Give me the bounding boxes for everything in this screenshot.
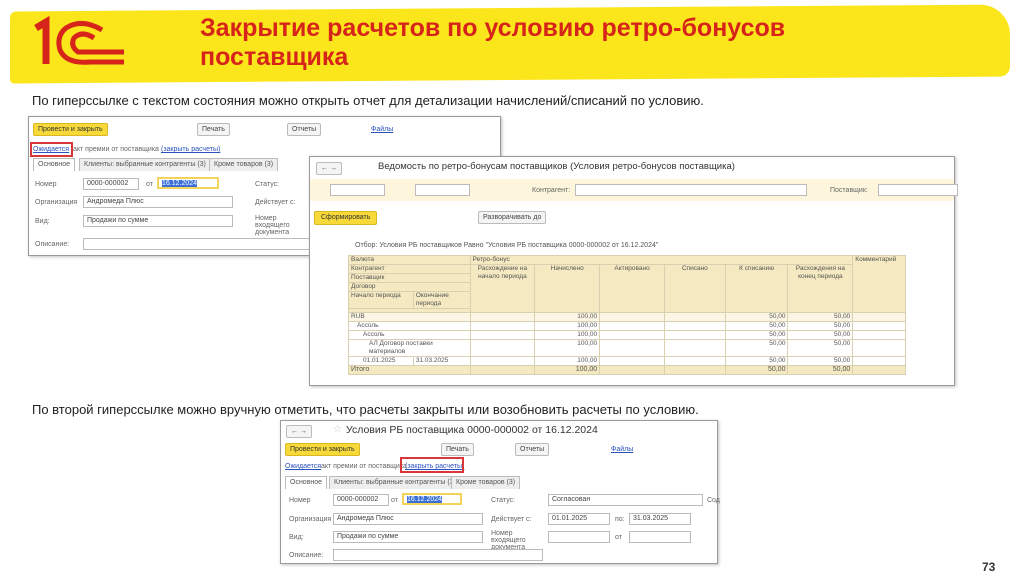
incoming-label: Номер входящего документа bbox=[491, 530, 526, 551]
table-row: АЛ Договор поставки материалов 100,00 50,0… bbox=[348, 339, 906, 357]
nav-back-forward[interactable]: ← → bbox=[286, 425, 312, 438]
highlight-box bbox=[30, 142, 73, 157]
number-label: Номер bbox=[289, 497, 311, 504]
files-link[interactable]: Файлы bbox=[371, 126, 393, 133]
kind-field[interactable]: Продажи по сумме bbox=[333, 531, 483, 543]
kind-field[interactable]: Продажи по сумме bbox=[83, 215, 233, 227]
document-form-screenshot-2: ← → ☆ Условия РБ поставщика 0000-000002 … bbox=[280, 420, 720, 564]
date-field[interactable]: 16.12.2024 bbox=[157, 177, 219, 189]
incoming-date-field[interactable] bbox=[629, 531, 691, 543]
close-settlements-link[interactable]: (закрыть расчеты) bbox=[161, 146, 220, 153]
supplier-label: Поставщик: bbox=[830, 187, 868, 194]
incoming-label: Номер входящего документа bbox=[255, 215, 290, 236]
status-label: Статус: bbox=[491, 497, 516, 504]
status-field[interactable]: Согласован bbox=[548, 494, 703, 506]
report-screenshot: ← → Ведомость по ретро-бонусам поставщик… bbox=[309, 156, 958, 386]
period-end-field[interactable] bbox=[415, 184, 470, 196]
org-field[interactable]: Андромеда Плюс bbox=[333, 513, 483, 525]
number-field[interactable]: 0000-000002 bbox=[333, 494, 389, 506]
post-close-button[interactable]: Провести и закрыть bbox=[33, 123, 108, 136]
kind-label: Вид: bbox=[289, 534, 304, 541]
print-button[interactable]: Печать bbox=[441, 443, 474, 456]
reports-button[interactable]: Отчеты bbox=[287, 123, 322, 136]
active-to-field[interactable]: 31.03.2025 bbox=[629, 513, 691, 525]
files-link[interactable]: Файлы bbox=[611, 446, 633, 453]
expand-to-button[interactable]: Разворачивать до bbox=[478, 211, 547, 224]
desc-field[interactable] bbox=[83, 238, 313, 250]
table-row: Ассоль 100,00 50,00 50,00 bbox=[348, 321, 906, 331]
state-link[interactable]: Ожидается bbox=[285, 463, 321, 470]
paragraph-2: По второй гиперссылке можно вручную отме… bbox=[32, 402, 699, 417]
table-row: RUB 100,00 50,00 50,00 bbox=[348, 312, 906, 322]
table-row: Ассоль 100,00 50,00 50,00 bbox=[348, 330, 906, 340]
favorite-star-icon[interactable]: ☆ bbox=[333, 424, 342, 435]
number-label: Номер bbox=[35, 181, 57, 188]
desc-label: Описание: bbox=[35, 241, 70, 248]
print-button[interactable]: Печать bbox=[197, 123, 230, 136]
period-start-field[interactable] bbox=[330, 184, 385, 196]
to-label: по: bbox=[615, 516, 625, 523]
status-label: Статус: bbox=[255, 181, 280, 188]
active-from-field[interactable]: 01.01.2025 bbox=[548, 513, 610, 525]
filter-text: Отбор: Условия РБ поставщиков Равно "Усл… bbox=[355, 242, 659, 249]
incoming-number-field[interactable] bbox=[548, 531, 610, 543]
1c-logo bbox=[34, 15, 124, 65]
active-label: Действует с: bbox=[491, 516, 532, 523]
tab-clients[interactable]: Клиенты: выбранные контрагенты (3) bbox=[79, 158, 211, 171]
state-text: акт премии от поставщика bbox=[73, 146, 159, 153]
desc-field[interactable] bbox=[333, 549, 543, 561]
kind-label: Вид: bbox=[35, 218, 50, 225]
report-title: Ведомость по ретро-бонусам поставщиков (… bbox=[378, 161, 735, 172]
report-table: Валюта Ретро-бонус Комментарий Контрагент Р… bbox=[348, 255, 906, 375]
filter-bar: Контрагент: Поставщик: bbox=[310, 179, 958, 201]
contractor-field[interactable] bbox=[575, 184, 807, 196]
desc-label: Описание: bbox=[289, 552, 324, 559]
from-label: от bbox=[615, 534, 622, 541]
total-row: Итого 100,00 50,00 50,00 bbox=[348, 365, 906, 375]
tab-main[interactable]: Основное bbox=[33, 158, 76, 171]
from-label: от bbox=[146, 181, 153, 188]
tab-clients[interactable]: Клиенты: выбранные контрагенты (3) bbox=[329, 476, 461, 489]
active-label: Действует с: bbox=[255, 199, 296, 206]
table-row: 01.01.2025 31.03.2025 100,00 50,00 50,00 bbox=[348, 356, 906, 366]
date-field[interactable]: 16.12.2024 bbox=[402, 493, 462, 505]
contractor-label: Контрагент: bbox=[532, 187, 571, 194]
tab-except-goods[interactable]: Кроме товаров (3) bbox=[451, 476, 521, 489]
from-label: от bbox=[391, 497, 398, 504]
supplier-field[interactable] bbox=[878, 184, 958, 196]
extra-label: Сод bbox=[707, 497, 720, 504]
org-label: Организация bbox=[35, 199, 78, 206]
tab-main[interactable]: Основное bbox=[285, 476, 328, 489]
post-close-button[interactable]: Провести и закрыть bbox=[285, 443, 360, 456]
nav-back-forward[interactable]: ← → bbox=[316, 162, 342, 175]
highlight-box bbox=[400, 457, 464, 473]
number-field[interactable]: 0000-000002 bbox=[83, 178, 139, 190]
generate-button[interactable]: Сформировать bbox=[314, 211, 378, 225]
reports-button[interactable]: Отчеты bbox=[515, 443, 550, 456]
form-title: Условия РБ поставщика 0000-000002 от 16.… bbox=[346, 424, 598, 436]
page-number: 73 bbox=[982, 560, 996, 574]
org-label: Организация bbox=[289, 516, 332, 523]
org-field[interactable]: Андромеда Плюс bbox=[83, 196, 233, 208]
slide-title: Закрытие расчетов по условию ретро-бонус… bbox=[200, 14, 786, 71]
state-text: акт премии от поставщика bbox=[321, 463, 407, 470]
tab-except-goods[interactable]: Кроме товаров (3) bbox=[209, 158, 279, 171]
paragraph-1: По гиперссылке с текстом состояния можно… bbox=[32, 93, 704, 108]
